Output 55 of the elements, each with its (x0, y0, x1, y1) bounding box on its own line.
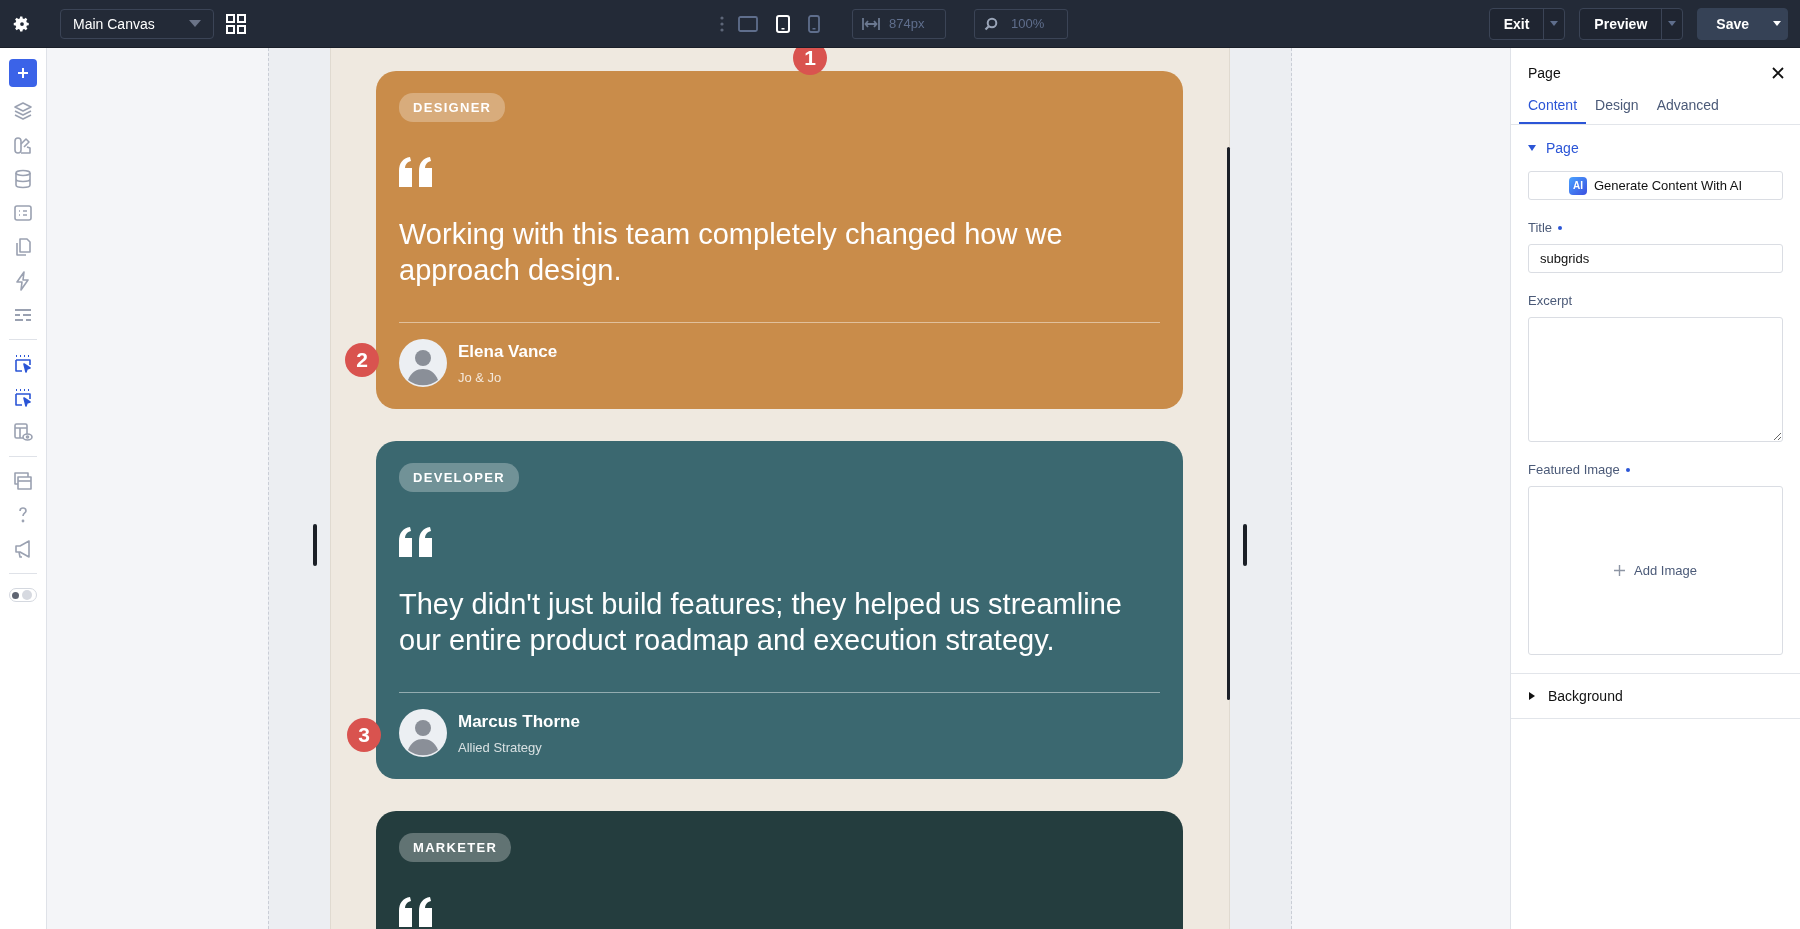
panel-tab[interactable]: Advanced (1647, 91, 1728, 124)
theme-toggle[interactable] (9, 588, 37, 602)
more-icon[interactable] (720, 15, 724, 32)
caret-icon (1528, 144, 1536, 152)
panel-tab[interactable]: Design (1586, 91, 1648, 124)
generate-ai-button[interactable]: AI Generate Content With AI (1528, 171, 1783, 200)
preview-icon[interactable] (13, 422, 33, 442)
field-label: Excerpt (1528, 293, 1573, 308)
section-header[interactable]: Page (1528, 125, 1783, 171)
select-icon[interactable] (13, 354, 33, 374)
database-icon[interactable] (13, 169, 33, 189)
pages-icon[interactable] (13, 237, 33, 257)
author-name: Elena Vance (458, 341, 558, 362)
role-tag: DEVELOPER (399, 463, 519, 492)
width-field[interactable]: 874px (852, 8, 946, 39)
excerpt-field[interactable] (1528, 317, 1783, 442)
scrollbar[interactable] (1226, 147, 1230, 700)
width-icon (862, 16, 880, 31)
author-name: Marcus Thorne (458, 711, 580, 732)
avatar-icon (399, 709, 447, 757)
plus-icon (1614, 565, 1626, 576)
library-icon[interactable] (13, 135, 33, 155)
windows-icon[interactable] (13, 471, 33, 491)
section-header[interactable]: Background (1528, 674, 1623, 718)
resize-handle[interactable] (1242, 524, 1247, 566)
layers-icon[interactable] (13, 101, 33, 121)
quote-icon (399, 157, 433, 187)
title-field[interactable]: subgrids (1528, 244, 1783, 273)
caret-icon (1528, 692, 1536, 700)
quote-icon (399, 897, 433, 927)
quote-text: They didn't just build features; they helped us streamline our entire product roadmap and execution strategy. (399, 587, 1123, 658)
panel-tab[interactable]: Content (1519, 91, 1587, 124)
form-icon[interactable] (13, 203, 33, 223)
field-label: Featured Image (1528, 462, 1620, 477)
author-company: Jo & Jo (458, 369, 503, 385)
role-tag: DESIGNER (399, 93, 506, 122)
resize-handle[interactable] (312, 524, 317, 566)
close-icon[interactable] (1772, 67, 1784, 79)
author-company: Allied Strategy (458, 739, 543, 755)
settings-icon[interactable] (13, 14, 31, 33)
add-image-button[interactable]: Add Image (1608, 562, 1703, 579)
grid-icon[interactable] (225, 13, 246, 34)
quote-text: Working with this team completely changed how we approach design. (399, 217, 1064, 288)
zoom-field[interactable]: 100% (974, 8, 1068, 39)
field-label: Title (1528, 220, 1553, 235)
panel-title: Page (1528, 65, 1561, 81)
megaphone-icon[interactable] (13, 539, 33, 559)
add-button[interactable] (9, 59, 37, 87)
canvas-dropdown[interactable]: Main Canvas (60, 8, 214, 39)
role-tag: MARKETER (399, 833, 512, 862)
avatar-icon (399, 339, 447, 387)
select2-icon[interactable] (13, 388, 33, 408)
plus-icon (17, 67, 29, 79)
search-icon (984, 16, 998, 31)
quote-icon (399, 527, 433, 557)
